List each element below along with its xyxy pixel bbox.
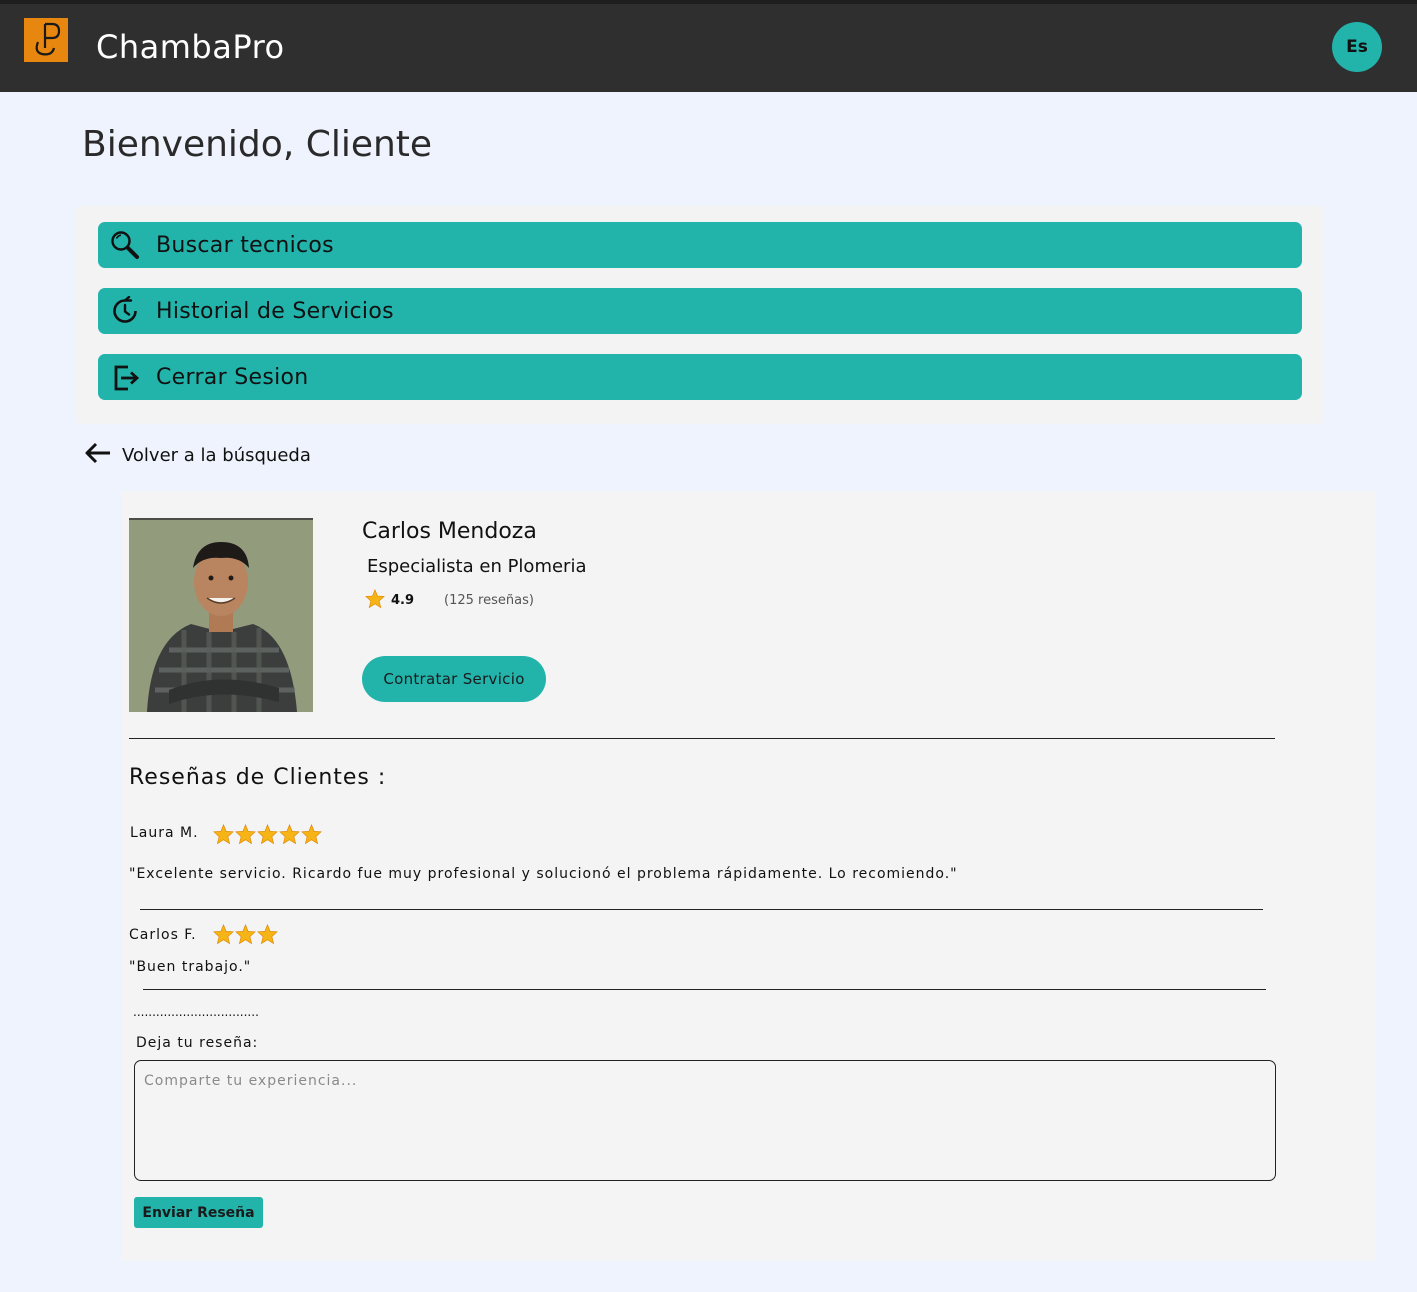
hire-service-button[interactable]: Contratar Servicio [362, 656, 546, 702]
review-text: "Excelente servicio. Ricardo fue muy pro… [129, 866, 958, 882]
divider [143, 989, 1266, 990]
technician-card: Carlos Mendoza Especialista en Plomeria … [122, 491, 1376, 1261]
review-author: Carlos F. [129, 927, 197, 943]
technician-photo [129, 518, 313, 712]
page-title: Bienvenido, Cliente [82, 124, 433, 165]
review-author: Laura M. [130, 825, 199, 841]
reviews-title: Reseñas de Clientes : [129, 765, 387, 790]
back-link-label: Volver a la búsqueda [122, 444, 311, 466]
logout-icon [108, 360, 142, 394]
leave-review-label: Deja tu reseña: [136, 1035, 259, 1051]
search-technicians-button[interactable]: Buscar tecnicos [98, 222, 1302, 268]
app-title: ChambaPro [96, 28, 285, 66]
star-icon [213, 823, 235, 848]
menu-panel: Buscar tecnicos Historial de Servicios C… [76, 206, 1324, 424]
review-stars [213, 923, 279, 948]
menu-item-label: Historial de Servicios [156, 298, 394, 324]
technician-specialty: Especialista en Plomeria [367, 556, 587, 577]
rating-count: (125 reseñas) [444, 593, 534, 608]
chambapro-logo-icon[interactable] [24, 18, 68, 62]
technician-name: Carlos Mendoza [362, 519, 537, 544]
divider [140, 909, 1263, 910]
language-button[interactable]: Es [1332, 22, 1382, 72]
menu-item-label: Cerrar Sesion [156, 364, 309, 390]
star-icon [213, 923, 235, 948]
star-icon [301, 823, 323, 848]
history-icon [108, 294, 142, 328]
star-icon [257, 823, 279, 848]
logout-button[interactable]: Cerrar Sesion [98, 354, 1302, 400]
star-icon [235, 823, 257, 848]
service-history-button[interactable]: Historial de Servicios [98, 288, 1302, 334]
star-icon [235, 923, 257, 948]
separator-dots: ................................. [133, 1005, 259, 1019]
review-stars [213, 823, 323, 848]
review-text: "Buen trabajo." [129, 959, 252, 975]
technician-rating: 4.9 (125 reseñas) [365, 588, 534, 612]
arrow-left-icon [84, 440, 112, 470]
search-icon [108, 228, 142, 262]
back-to-search-link[interactable]: Volver a la búsqueda [84, 440, 311, 470]
star-icon [365, 588, 385, 612]
submit-review-button[interactable]: Enviar Reseña [134, 1197, 263, 1228]
star-icon [257, 923, 279, 948]
star-icon [279, 823, 301, 848]
top-bar: ChambaPro Es [0, 0, 1417, 92]
rating-score: 4.9 [391, 593, 415, 608]
divider [129, 738, 1275, 739]
review-textarea[interactable] [134, 1060, 1276, 1181]
menu-item-label: Buscar tecnicos [156, 232, 334, 258]
